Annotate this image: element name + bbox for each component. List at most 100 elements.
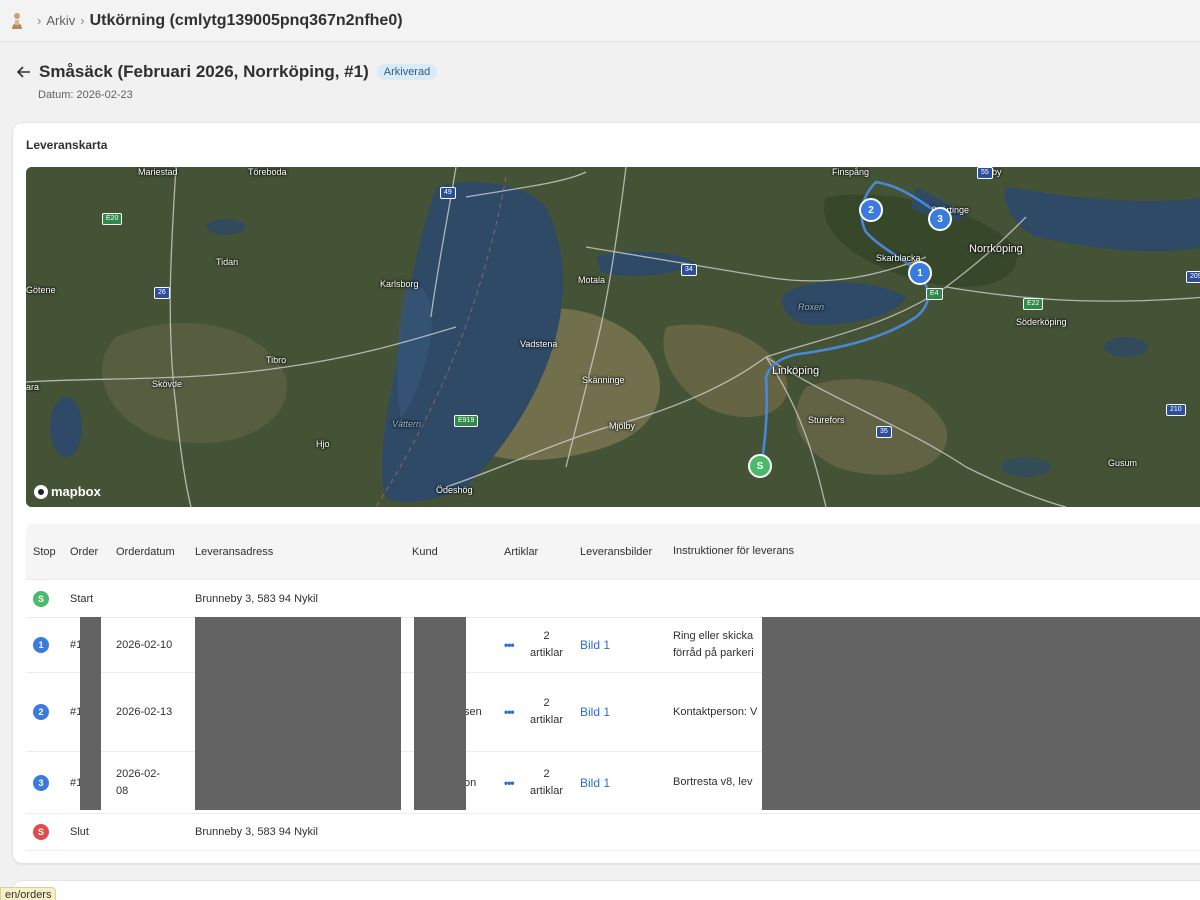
delivery-map[interactable]: Mariestad Töreboda Finspång Svärtinge Åby Nor…	[26, 167, 1200, 507]
stop-badge-1: 1	[33, 637, 49, 653]
breadcrumb: › Arkiv › Utkörning (cmlytg139005pnq367n…	[0, 0, 1200, 42]
map-place-label: Söderköping	[1016, 317, 1067, 327]
map-place-label: Skövde	[152, 379, 183, 389]
map-place-label: Vättern	[392, 419, 422, 429]
map-road-shield: 26	[154, 287, 170, 299]
map-place-label: Roxen	[798, 302, 825, 312]
items-unit: artiklar	[530, 714, 564, 726]
map-road-shield: 34	[681, 264, 697, 276]
map-road-shield: E20	[102, 213, 123, 225]
column-header-order: Order	[70, 545, 99, 558]
back-arrow-icon[interactable]	[16, 62, 32, 82]
table-row: S Slut Brunneby 3, 583 94 Nykil	[26, 813, 1200, 851]
map-place-label: Tibro	[266, 355, 287, 365]
page-title: Småsäck (Februari 2026, Norrköping, #1)	[39, 62, 369, 81]
items-unit: artiklar	[530, 784, 564, 797]
map-place-label: Sturefors	[808, 415, 845, 425]
redacted-order-block	[80, 617, 101, 810]
more-actions-button[interactable]: •••	[504, 705, 530, 719]
map-road-shield: 49	[440, 187, 456, 199]
map-place-label: Motala	[578, 275, 606, 285]
app-logo-icon[interactable]	[10, 12, 24, 30]
map-road-shield: E919	[454, 415, 479, 427]
column-header-images: Leveransbilder	[580, 545, 653, 558]
stop-badge-3: 3	[33, 774, 49, 791]
map-place-label: Hjo	[316, 439, 330, 449]
items-cell: 2 artiklar	[530, 695, 563, 729]
date-cell: 2026-02-13	[116, 706, 173, 718]
image-link[interactable]: Bild 1	[580, 638, 610, 652]
instructions-line: förråd på parkeri	[673, 647, 754, 659]
card-title: Leveranskarta	[26, 138, 108, 152]
date-line: 2026-02-	[116, 767, 161, 780]
breadcrumb-archive-link[interactable]: Arkiv	[46, 13, 75, 28]
items-count: 2	[543, 697, 550, 709]
column-header-address: Leveransadress	[195, 545, 274, 558]
map-place-label: Götene	[26, 285, 56, 295]
next-card	[12, 880, 1200, 900]
status-badge: Arkiverad	[376, 64, 438, 80]
mapbox-logo-icon	[34, 484, 48, 499]
map-place-label: ara	[26, 382, 40, 392]
image-link[interactable]: Bild 1	[580, 705, 610, 719]
redacted-instructions-block	[762, 617, 1200, 810]
map-marker-stop-2[interactable]: 2	[859, 198, 883, 222]
map-place-label: Karlsborg	[380, 279, 419, 289]
breadcrumb-current: Utkörning (cmlytg139005pnq367n2nfhe0)	[89, 11, 403, 29]
instructions-line: Ring eller skicka	[673, 630, 754, 642]
address-cell: Brunneby 3, 583 94 Nykil	[195, 826, 318, 838]
stop-badge-2: 2	[33, 704, 49, 720]
map-place-label: Finspång	[832, 167, 870, 177]
column-header-stop: Stop	[33, 545, 56, 558]
map-road-shield: 35	[876, 426, 892, 438]
column-header-items: Artiklar	[504, 545, 539, 558]
order-cell: Start	[70, 592, 94, 605]
map-place-label: Norrköping	[969, 243, 1023, 255]
map-place-label: Ödeshög	[436, 485, 473, 495]
stops-table: Stop Order Orderdatum Leveransadress Kun…	[26, 524, 1200, 851]
map-place-label: Linköping	[772, 365, 820, 377]
column-header-date: Orderdatum	[116, 545, 175, 558]
map-road-shield: 55	[977, 167, 993, 179]
items-cell: 2 artiklar	[530, 628, 563, 662]
mapbox-attribution: mapbox	[51, 484, 101, 499]
table-row: S Start Brunneby 3, 583 94 Nykil	[26, 579, 1200, 617]
url-tooltip: en/orders	[0, 887, 57, 900]
items-unit: artiklar	[530, 647, 564, 659]
map-road-shield: 209	[1186, 271, 1200, 283]
map-marker-start[interactable]: S	[748, 454, 772, 478]
map-place-label: Vadstena	[520, 339, 558, 349]
delivery-map-card: Leveranskarta Mariestad Töreboda Finspån…	[12, 122, 1200, 864]
stop-badge-start: S	[33, 590, 49, 607]
map-road-shield: 210	[1166, 404, 1186, 416]
map-place-label: Gusum	[1108, 458, 1138, 468]
address-cell: Brunneby 3, 583 94 Nykil	[195, 592, 318, 605]
breadcrumb-separator: ›	[37, 13, 42, 28]
map-place-label: Skänninge	[582, 375, 625, 385]
more-actions-button[interactable]: •••	[504, 638, 530, 652]
map-marker-stop-1[interactable]: 1	[908, 261, 932, 285]
stop-badge-end: S	[33, 824, 49, 840]
redacted-customer-block	[414, 617, 466, 810]
map-place-label: Mariestad	[138, 167, 178, 177]
mapbox-logo[interactable]: mapbox	[34, 484, 101, 499]
items-count: 2	[543, 767, 550, 780]
date-cell: 2026-02-10	[116, 639, 173, 651]
column-header-instructions: Instruktioner för leverans	[673, 545, 795, 557]
table-header: Stop Order Orderdatum Leveransadress Kun…	[26, 524, 1200, 579]
map-place-label: Töreboda	[248, 167, 287, 177]
date-cell: 2026-02- 08	[116, 766, 195, 800]
order-cell: Slut	[70, 826, 89, 838]
map-road-shield: E22	[1023, 298, 1044, 310]
map-place-label: Tidan	[216, 257, 239, 267]
redacted-address-block	[195, 617, 401, 810]
column-header-customer: Kund	[412, 545, 438, 558]
map-marker-stop-3[interactable]: 3	[928, 207, 952, 231]
map-road-shield: E4	[926, 288, 943, 300]
breadcrumb-separator: ›	[80, 13, 85, 28]
date-line: 08	[116, 784, 129, 797]
image-link[interactable]: Bild 1	[580, 776, 610, 790]
delivery-date: Datum: 2026-02-23	[38, 89, 133, 101]
more-actions-button[interactable]: •••	[504, 776, 530, 790]
items-cell: 2 artiklar	[530, 766, 563, 800]
